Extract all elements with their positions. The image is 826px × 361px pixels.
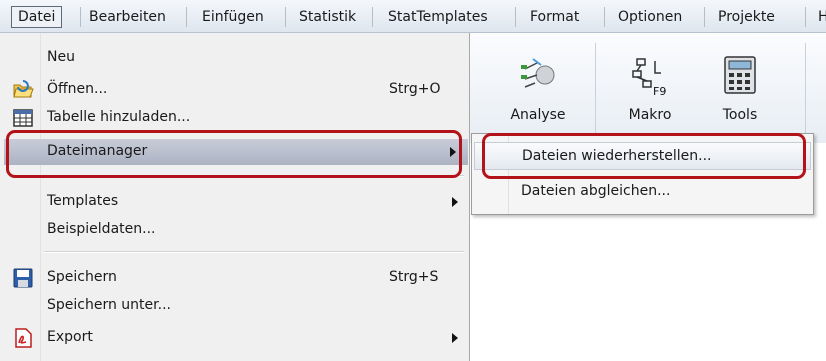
menu-separator — [805, 7, 806, 27]
analyse-label: Analyse — [510, 107, 566, 123]
makro-button[interactable]: F9 Makro — [620, 53, 680, 123]
menu-separator — [372, 7, 373, 27]
menu-item-label: Speichern unter... — [47, 297, 171, 313]
menu-item-templates[interactable]: Templates — [0, 189, 468, 215]
menu-format[interactable]: Format — [524, 6, 585, 28]
menu-optionen[interactable]: Optionen — [612, 6, 688, 28]
menu-statistik[interactable]: Statistik — [293, 6, 362, 28]
menu-item-neu[interactable]: Neu — [0, 49, 468, 75]
macro-icon: F9 — [632, 58, 666, 98]
makro-badge: F9 — [653, 85, 666, 98]
calculator-icon — [724, 56, 756, 94]
makro-label: Makro — [628, 107, 672, 123]
submenu-item-dateien-abgleichen[interactable]: Dateien abgleichen... — [474, 178, 811, 206]
menu-separator — [604, 7, 605, 27]
menu-item-export[interactable]: Export — [0, 325, 468, 351]
analysis-icon — [521, 58, 555, 88]
menu-separator — [285, 7, 286, 27]
menu-item-label: Öffnen... — [47, 81, 108, 97]
menu-item-beispieldaten[interactable]: Beispieldaten... — [0, 217, 468, 243]
analyse-button[interactable]: Analyse — [498, 53, 578, 123]
menu-item-shortcut: Strg+S — [389, 269, 439, 285]
submenu-item-label: Dateien abgleichen... — [521, 183, 671, 199]
callout-dateien-wiederherstellen — [482, 133, 806, 179]
tools-button[interactable]: Tools — [710, 53, 770, 123]
menu-projekte[interactable]: Projekte — [712, 6, 781, 28]
menu-hilfe[interactable]: Hi — [812, 6, 826, 28]
menu-separator — [186, 7, 187, 27]
menu-bearbeiten[interactable]: Bearbeiten — [83, 6, 172, 28]
menu-separator — [515, 7, 516, 27]
callout-dateimanager — [6, 130, 462, 178]
menu-separator — [44, 251, 464, 253]
menu-item-label: Tabelle hinzuladen... — [47, 109, 191, 125]
menu-item-speichern[interactable]: Speichern Strg+S — [0, 265, 468, 291]
pdf-icon — [15, 328, 32, 348]
floppy-disk-icon — [13, 268, 33, 288]
menu-bar: Datei Bearbeiten Einfügen Statistik Stat… — [0, 0, 826, 33]
menu-item-speichern-unter[interactable]: Speichern unter... — [0, 293, 468, 319]
menu-item-label: Templates — [47, 193, 119, 209]
menu-item-label: Speichern — [47, 269, 117, 285]
submenu-arrow-icon — [452, 197, 458, 207]
tools-label: Tools — [722, 107, 758, 123]
file-menu: Neu Öffnen... Strg+O Tabelle hinzuladen.… — [0, 33, 470, 361]
ribbon-separator — [805, 43, 806, 137]
menu-item-oeffnen[interactable]: Öffnen... Strg+O — [0, 77, 468, 103]
menu-item-label: Export — [47, 329, 93, 345]
menu-item-label: Neu — [47, 49, 75, 65]
open-folder-icon — [13, 80, 34, 98]
table-icon — [13, 109, 33, 127]
menu-item-label: Beispieldaten... — [47, 221, 156, 237]
menu-item-shortcut: Strg+O — [389, 81, 441, 97]
ribbon-separator — [595, 43, 596, 137]
menu-datei[interactable]: Datei — [11, 6, 63, 28]
menu-separator — [704, 7, 705, 27]
menu-separator — [80, 7, 81, 27]
submenu-arrow-icon — [452, 333, 458, 343]
menu-einfuegen[interactable]: Einfügen — [196, 6, 270, 28]
menu-stattemplates[interactable]: StatTemplates — [382, 6, 494, 28]
menu-item-tabelle-hinzuladen[interactable]: Tabelle hinzuladen... — [0, 105, 468, 127]
